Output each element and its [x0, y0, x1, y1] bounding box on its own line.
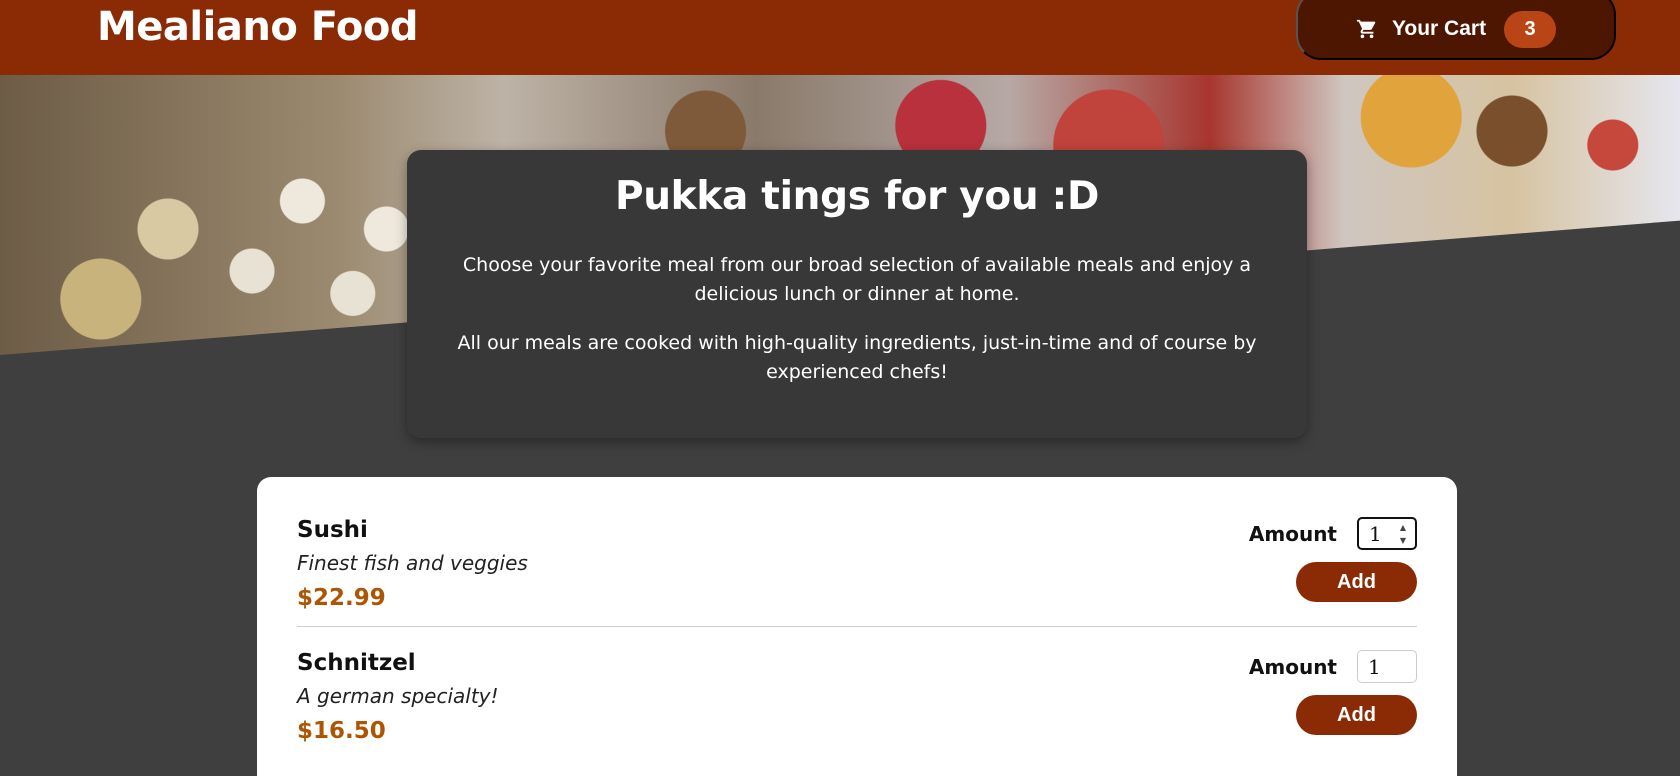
- meal-price: $16.50: [297, 718, 386, 744]
- available-meals-card: Sushi Finest fish and veggies $22.99 Amo…: [257, 477, 1457, 776]
- meal-form: Amount 1 Add: [1249, 650, 1417, 759]
- meal-info: Sushi Finest fish and veggies $22.99: [297, 517, 528, 611]
- meal-item: Schnitzel A german specialty! $16.50 Amo…: [297, 627, 1417, 776]
- summary-title: Pukka tings for you :D: [614, 174, 1100, 219]
- spinner-down-icon[interactable]: ▼: [1400, 536, 1406, 545]
- add-to-cart-button[interactable]: Add: [1296, 562, 1417, 602]
- summary-paragraph-2: All our meals are cooked with high-quali…: [457, 332, 1257, 383]
- amount-value: 1: [1369, 521, 1382, 546]
- cart-label: Your Cart: [1391, 17, 1487, 40]
- meal-info: Schnitzel A german specialty! $16.50: [297, 650, 499, 759]
- meal-description: Finest fish and veggies: [297, 551, 528, 575]
- site-logo: Mealiano Food: [97, 4, 419, 50]
- summary-paragraph-1: Choose your favorite meal from our broad…: [462, 254, 1252, 305]
- meal-description: A german specialty!: [297, 684, 499, 708]
- cart-count-badge: 3: [1504, 10, 1557, 48]
- add-to-cart-button[interactable]: Add: [1296, 695, 1417, 735]
- meals-summary: Pukka tings for you :D Choose your favor…: [407, 150, 1307, 438]
- meal-name: Sushi: [297, 517, 368, 543]
- meal-name: Schnitzel: [297, 650, 416, 676]
- amount-input[interactable]: 1 ▲ ▼: [1357, 517, 1417, 550]
- spinner-up-icon[interactable]: ▲: [1400, 523, 1406, 532]
- meal-form: Amount 1 ▲ ▼ Add: [1249, 517, 1417, 608]
- amount-spinner[interactable]: ▲ ▼: [1397, 523, 1409, 545]
- amount-value: 1: [1368, 654, 1381, 679]
- amount-row: Amount 1 ▲ ▼: [1249, 517, 1417, 550]
- meal-price: $22.99: [297, 585, 386, 611]
- amount-label: Amount: [1248, 521, 1337, 546]
- meal-item: Sushi Finest fish and veggies $22.99 Amo…: [297, 477, 1417, 627]
- amount-row: Amount 1: [1249, 650, 1417, 683]
- top-header: Mealiano Food Your Cart 3: [0, 0, 1680, 75]
- cart-icon: [1356, 18, 1378, 40]
- cart-button[interactable]: Your Cart 3: [1296, 0, 1616, 60]
- amount-input[interactable]: 1: [1357, 650, 1417, 683]
- amount-label: Amount: [1248, 654, 1337, 679]
